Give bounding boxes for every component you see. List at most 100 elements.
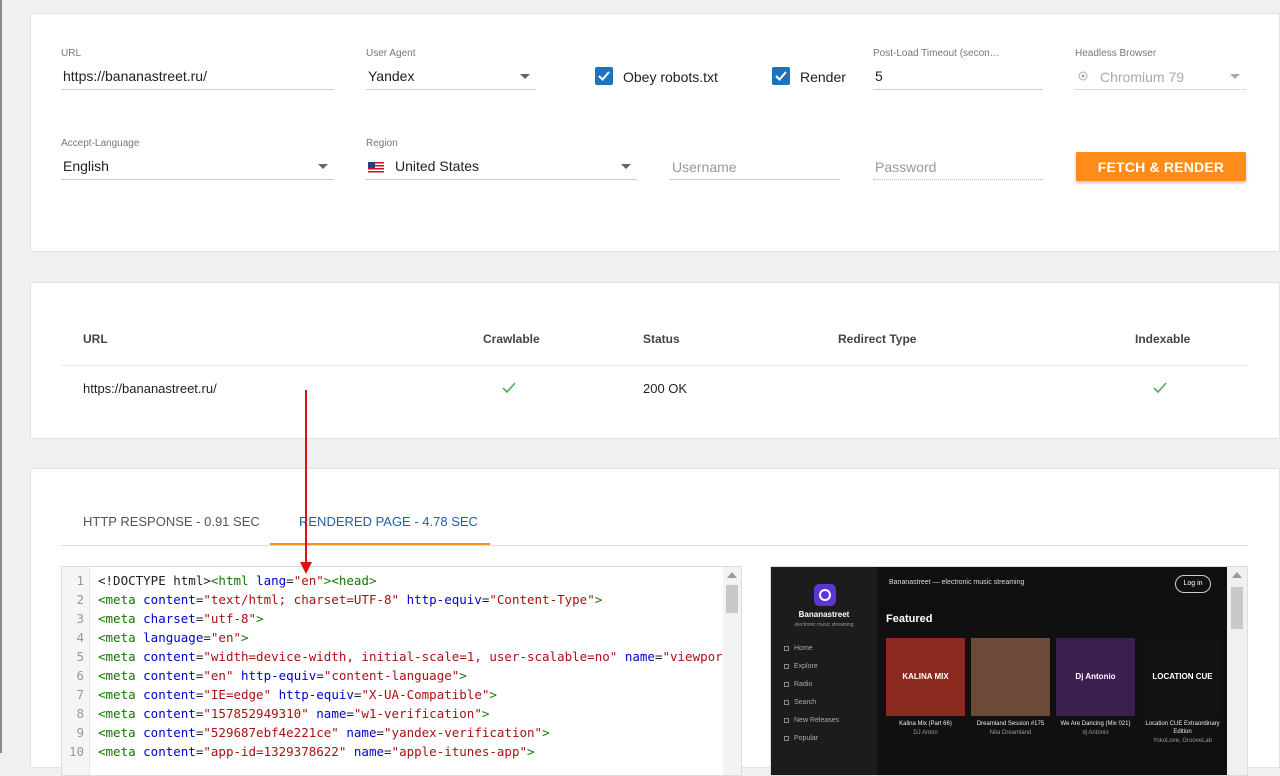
preview-site-title: Bananastreet — electronic music streamin… bbox=[889, 579, 1025, 586]
tab-rendered-page[interactable]: RENDERED PAGE - 4.78 SEC bbox=[299, 514, 478, 529]
row-url: https://bananastreet.ru/ bbox=[83, 381, 217, 396]
code-editor[interactable]: 1 <!DOCTYPE html><html lang="en"><head> 2 <… bbox=[61, 566, 742, 776]
chevron-down-icon bbox=[1230, 74, 1240, 79]
obey-robots-label[interactable]: Obey robots.txt bbox=[623, 69, 718, 85]
nav-icon bbox=[784, 717, 789, 723]
preview-nav-item: Search bbox=[784, 699, 816, 706]
line-number: 1 bbox=[76, 573, 84, 588]
chevron-down-icon bbox=[621, 164, 631, 169]
scroll-up-icon[interactable] bbox=[1232, 572, 1242, 578]
render-checkbox[interactable] bbox=[772, 67, 790, 85]
column-header-crawlable: Crawlable bbox=[483, 332, 540, 346]
url-field[interactable]: URL https://bananastreet.ru/ bbox=[61, 48, 334, 90]
line-number: 10 bbox=[68, 744, 84, 759]
preview-card-subtitle: YokoLove, GrooveLab bbox=[1152, 738, 1213, 744]
preview-card-art bbox=[971, 638, 1050, 716]
line-number: 6 bbox=[76, 668, 84, 683]
timeout-underline bbox=[873, 89, 1043, 90]
preview-featured-heading: Featured bbox=[886, 613, 933, 625]
preview-scroll-thumb[interactable] bbox=[1231, 587, 1243, 629]
preview-nav-item: New Releases bbox=[784, 717, 839, 724]
headless-browser-select: Headless Browser Chromium 79 bbox=[1075, 48, 1246, 90]
chevron-down-icon bbox=[520, 74, 530, 79]
output-card: HTTP RESPONSE - 0.91 SEC RENDERED PAGE -… bbox=[30, 468, 1280, 776]
accept-language-label: Accept-Language bbox=[61, 138, 140, 149]
row-status: 200 OK bbox=[643, 381, 688, 396]
preview-card-title: Dreamland Session #175 bbox=[976, 721, 1045, 727]
preview-nav-item: Popular bbox=[784, 735, 818, 742]
accept-language-value: English bbox=[63, 158, 109, 174]
code-text: <meta content="app-id=1329378622" name="… bbox=[98, 744, 535, 759]
user-agent-underline bbox=[366, 89, 536, 90]
fetch-render-button[interactable]: FETCH & RENDER bbox=[1076, 152, 1246, 181]
code-text: <meta language="en"> bbox=[98, 630, 249, 645]
username-input[interactable]: Username bbox=[672, 159, 737, 175]
nav-icon bbox=[784, 735, 789, 741]
nav-icon bbox=[784, 645, 789, 651]
user-agent-select[interactable]: User Agent Yandex bbox=[366, 48, 536, 90]
code-text: <meta content="en" http-equiv="content-l… bbox=[98, 668, 467, 683]
line-number: 4 bbox=[76, 630, 84, 645]
preview-card-art: KALINA MIX bbox=[886, 638, 965, 716]
password-input[interactable]: Password bbox=[875, 159, 936, 175]
region-select[interactable]: Region United States bbox=[366, 138, 637, 180]
chevron-down-icon bbox=[318, 164, 328, 169]
timeout-label: Post-Load Timeout (secon… bbox=[873, 48, 1000, 59]
line-number: 2 bbox=[76, 592, 84, 607]
preview-card-subtitle: DJ Anton bbox=[913, 730, 938, 736]
rendered-page-preview: Bananastreet electronic music streaming … bbox=[770, 566, 1248, 776]
timeout-input[interactable]: 5 bbox=[875, 68, 883, 84]
code-scrollbar[interactable] bbox=[723, 567, 741, 775]
url-underline bbox=[61, 89, 334, 90]
code-text: <meta content="157852949310" name="w1-ve… bbox=[98, 706, 490, 721]
preview-scrollbar[interactable] bbox=[1227, 567, 1247, 775]
accept-language-underline bbox=[61, 179, 334, 180]
results-card: URL Crawlable Status Redirect Type Index… bbox=[30, 282, 1280, 439]
chromium-icon bbox=[1078, 71, 1088, 81]
code-text: <meta content="text/html; charset=UTF-8"… bbox=[98, 592, 603, 607]
preview-brand: Bananastreet bbox=[798, 610, 850, 619]
headless-underline bbox=[1075, 89, 1246, 90]
column-header-indexable: Indexable bbox=[1135, 332, 1191, 346]
scroll-up-icon[interactable] bbox=[727, 572, 737, 578]
line-number: 7 bbox=[76, 687, 84, 702]
headless-browser-label: Headless Browser bbox=[1075, 48, 1157, 59]
user-agent-label: User Agent bbox=[366, 48, 416, 59]
preview-nav-item: Radio bbox=[784, 681, 812, 688]
preview-card-title: Location CUE Extraordinary Edition bbox=[1145, 721, 1220, 735]
obey-robots-checkbox[interactable] bbox=[595, 67, 613, 85]
line-number: 9 bbox=[76, 725, 84, 740]
password-field[interactable]: Password bbox=[873, 138, 1043, 180]
nav-icon bbox=[784, 663, 789, 669]
fetch-settings-card: URL https://bananastreet.ru/ User Agent … bbox=[30, 13, 1280, 252]
left-edge-rule bbox=[0, 0, 2, 753]
url-label: URL bbox=[61, 48, 82, 59]
headless-browser-value: Chromium 79 bbox=[1100, 69, 1185, 85]
tabs-divider bbox=[61, 545, 1248, 546]
timeout-field[interactable]: Post-Load Timeout (secon… 5 bbox=[873, 48, 1043, 90]
preview-nav-item: Explore bbox=[784, 663, 818, 670]
region-underline bbox=[366, 179, 637, 180]
check-icon bbox=[775, 71, 787, 81]
url-input[interactable]: https://bananastreet.ru/ bbox=[63, 68, 207, 84]
user-agent-value: Yandex bbox=[368, 68, 415, 84]
preview-card-title: Kalina Mix (Part 66) bbox=[899, 721, 952, 727]
preview-nav-item: Home bbox=[784, 645, 813, 652]
column-header-status: Status bbox=[643, 332, 680, 346]
preview-tagline: electronic music streaming bbox=[794, 622, 854, 628]
us-flag-icon bbox=[368, 162, 384, 173]
accept-language-select[interactable]: Accept-Language English bbox=[61, 138, 334, 180]
code-text: <meta charset="utf-8"> bbox=[98, 611, 264, 626]
render-label[interactable]: Render bbox=[800, 69, 846, 85]
line-number: 5 bbox=[76, 649, 84, 664]
preview-card-subtitle: dj Antonio bbox=[1082, 730, 1109, 736]
tab-http-response[interactable]: HTTP RESPONSE - 0.91 SEC bbox=[83, 514, 260, 529]
code-text: <meta content="width=device-width, initi… bbox=[98, 649, 738, 664]
password-underline bbox=[873, 179, 1043, 180]
check-icon bbox=[1153, 382, 1167, 393]
check-icon bbox=[598, 71, 610, 81]
username-field[interactable]: Username bbox=[670, 138, 840, 180]
scroll-thumb[interactable] bbox=[726, 585, 738, 613]
preview-card-subtitle: Nita Dreamland bbox=[989, 730, 1032, 736]
preview-login-button: Log in bbox=[1175, 575, 1211, 593]
